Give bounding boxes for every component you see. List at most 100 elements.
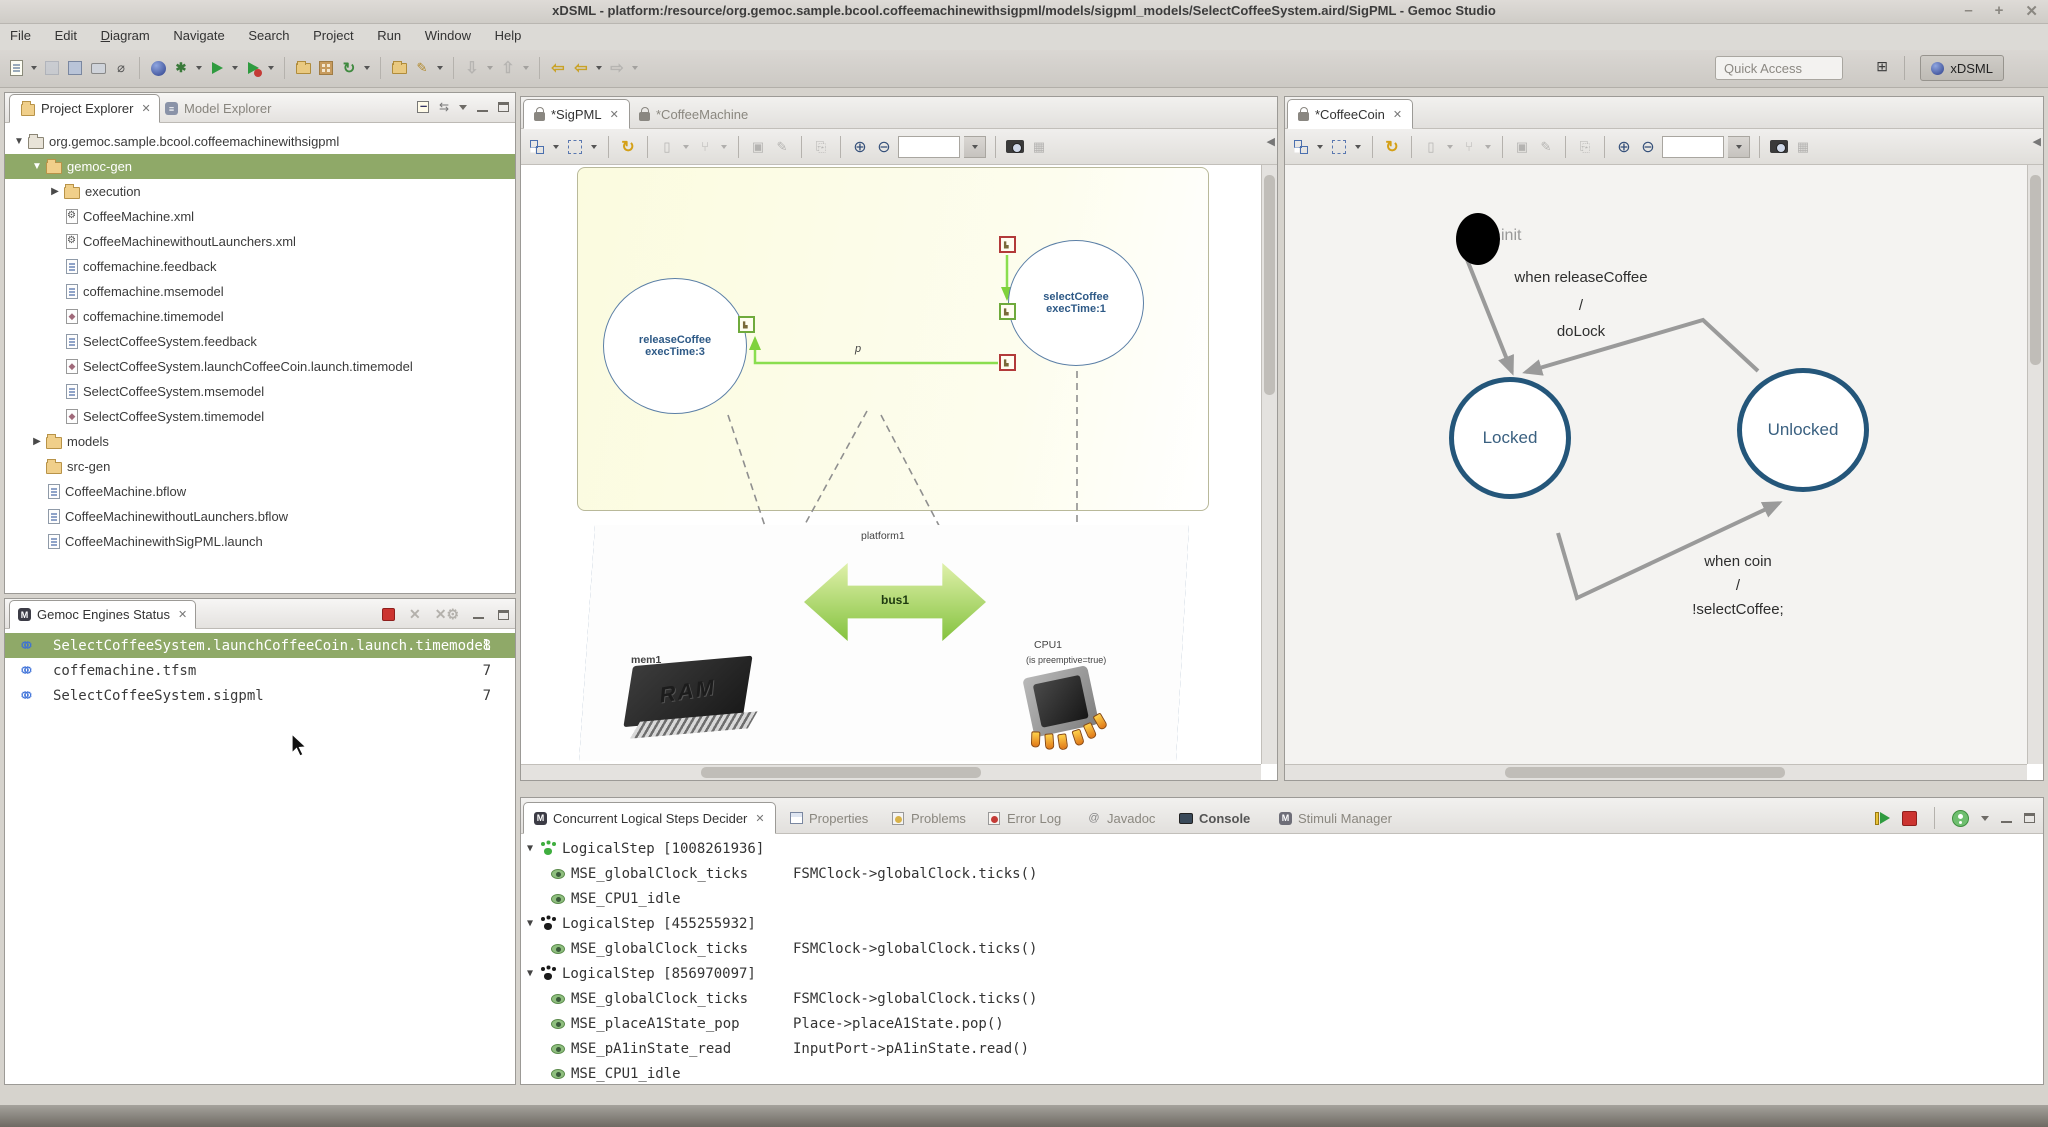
dispose-engine-icon[interactable]: ✕ xyxy=(409,606,421,623)
tab-gemoc-engines-status[interactable]: M Gemoc Engines Status ✕ xyxy=(9,600,196,629)
engine-row[interactable]: ⚙⚙ SelectCoffeeSystem.launchCoffeeCoin.l… xyxy=(5,633,515,658)
edit-style-icon[interactable]: ✎ xyxy=(1536,137,1556,157)
refresh-diagram-icon[interactable]: ↻ xyxy=(1382,137,1402,157)
vertical-scrollbar[interactable] xyxy=(1261,165,1277,764)
open-perspective-icon[interactable]: ⊞ xyxy=(1876,58,1888,75)
tab-model-explorer[interactable]: ≡ Model Explorer xyxy=(157,94,279,123)
previous-annotation-icon[interactable]: ⇧ xyxy=(498,58,518,78)
mse-row[interactable]: MSE_CPU1_idle xyxy=(527,1061,793,1084)
menu-window[interactable]: Window xyxy=(415,24,481,43)
horizontal-scrollbar[interactable] xyxy=(521,764,1261,780)
stop-engine-icon[interactable] xyxy=(382,608,395,621)
maximize-view-icon[interactable] xyxy=(2024,813,2035,823)
initial-state-dot[interactable] xyxy=(1456,213,1500,265)
transition-label[interactable]: when coin xyxy=(1628,553,1848,570)
paste-layout-icon[interactable]: ▯ xyxy=(657,137,677,157)
engine-row[interactable]: ⚙⚙ coffemachine.tfsm 7 xyxy=(5,658,515,683)
memory-chip[interactable]: RAM xyxy=(626,656,761,751)
menu-help[interactable]: Help xyxy=(485,24,532,43)
tab-project-explorer[interactable]: Project Explorer ✕ xyxy=(9,94,160,123)
close-icon[interactable]: ✕ xyxy=(2025,2,2038,20)
run-error-icon[interactable] xyxy=(243,58,263,78)
tree-item[interactable]: CoffeeMachinewithoutLaunchers.bflow xyxy=(5,504,515,529)
save-icon[interactable] xyxy=(42,58,62,78)
tree-item[interactable]: SelectCoffeeSystem.launchCoffeeCoin.laun… xyxy=(5,354,515,379)
pen-icon[interactable]: ✎ xyxy=(412,58,432,78)
mse-row[interactable]: MSE_pA1inState_read InputPort->pA1inStat… xyxy=(527,1036,1029,1061)
search-icon[interactable]: ⌀ xyxy=(111,58,131,78)
refresh-icon[interactable]: ↻ xyxy=(339,58,359,78)
link-editor-icon[interactable]: ⇆ xyxy=(439,100,449,114)
output-port[interactable] xyxy=(999,354,1016,371)
actor-releaseCoffee[interactable]: releaseCoffee execTime:3 xyxy=(603,278,747,414)
menu-diagram[interactable]: Diagram xyxy=(91,24,160,43)
zoom-in-icon[interactable]: ⊕ xyxy=(1614,137,1634,157)
tree-item[interactable]: SelectCoffeeSystem.msemodel xyxy=(5,379,515,404)
debug-icon[interactable]: ✱ xyxy=(171,58,191,78)
tree-item[interactable]: CoffeeMachine.bflow xyxy=(5,479,515,504)
horizontal-scrollbar[interactable] xyxy=(1285,764,2027,780)
sigpml-canvas[interactable]: releaseCoffee execTime:3 selectCoffee ex… xyxy=(521,165,1263,764)
input-port[interactable] xyxy=(738,316,755,333)
state-unlocked[interactable]: Unlocked xyxy=(1737,368,1869,492)
close-icon[interactable]: ✕ xyxy=(1391,108,1402,121)
menu-run[interactable]: Run xyxy=(367,24,411,43)
edit-style-icon[interactable]: ✎ xyxy=(772,137,792,157)
dispose-all-engines-icon[interactable]: ✕⚙ xyxy=(435,606,459,623)
menu-edit[interactable]: Edit xyxy=(45,24,87,43)
state-locked[interactable]: Locked xyxy=(1449,377,1571,499)
tab-error-log[interactable]: Error Log xyxy=(977,802,1071,834)
zoom-dropdown[interactable] xyxy=(964,136,986,158)
logical-step-row[interactable]: ▼ LogicalStep [856970097] xyxy=(527,961,756,986)
camera-icon[interactable] xyxy=(1005,137,1025,157)
new-launch-icon[interactable] xyxy=(293,58,313,78)
collapse-toolbar-icon[interactable]: ◀ xyxy=(1267,135,1275,148)
decider-dropdown-icon[interactable] xyxy=(1981,816,1989,821)
close-icon[interactable]: ✕ xyxy=(176,608,187,621)
collapse-all-icon[interactable] xyxy=(417,101,429,113)
minimize-view-icon[interactable] xyxy=(2001,814,2012,823)
close-icon[interactable]: ✕ xyxy=(753,812,764,825)
decider-shield-icon[interactable] xyxy=(1952,810,1969,827)
mse-row[interactable]: MSE_placeA1State_pop Place->placeA1State… xyxy=(527,1011,1004,1036)
tree-item[interactable]: coffemachine.feedback xyxy=(5,254,515,279)
zoom-dropdown[interactable] xyxy=(1728,136,1750,158)
back-icon[interactable]: ⇦ xyxy=(571,58,591,78)
minimize-icon[interactable]: – xyxy=(1964,2,1972,20)
maximize-view-icon[interactable] xyxy=(498,102,509,112)
zoom-level-input[interactable] xyxy=(898,136,960,158)
tab-concurrent-logical-steps-decider[interactable]: M Concurrent Logical Steps Decider ✕ xyxy=(523,802,776,834)
mse-row[interactable]: MSE_CPU1_idle xyxy=(527,886,793,911)
clipboard-icon[interactable]: ⎘ xyxy=(811,137,831,157)
minimize-view-icon[interactable] xyxy=(473,610,484,619)
step-execution-icon[interactable] xyxy=(1875,812,1890,825)
mse-row[interactable]: MSE_globalClock_ticks FSMClock->globalCl… xyxy=(527,861,1037,886)
mse-row[interactable]: MSE_globalClock_ticks FSMClock->globalCl… xyxy=(527,936,1037,961)
clipboard-icon[interactable]: ⎘ xyxy=(1575,137,1595,157)
new-wizard-icon[interactable] xyxy=(6,58,26,78)
layers-icon[interactable] xyxy=(527,137,547,157)
menu-project[interactable]: Project xyxy=(303,24,363,43)
tab-console[interactable]: Console xyxy=(1169,802,1260,834)
camera-icon[interactable] xyxy=(1769,137,1789,157)
tree-item-project[interactable]: ▼org.gemoc.sample.bcool.coffeemachinewit… xyxy=(5,129,515,154)
tab-javadoc[interactable]: @ Javadoc xyxy=(1077,802,1165,834)
input-port[interactable] xyxy=(999,303,1016,320)
stop-execution-icon[interactable] xyxy=(1902,811,1917,826)
tree-item[interactable]: coffemachine.msemodel xyxy=(5,279,515,304)
zoom-in-icon[interactable]: ⊕ xyxy=(850,137,870,157)
last-edit-icon[interactable]: ⇦ xyxy=(548,58,568,78)
tree-item[interactable]: coffemachine.timemodel xyxy=(5,304,515,329)
layers-icon[interactable] xyxy=(1291,137,1311,157)
zoom-out-icon[interactable]: ⊖ xyxy=(1638,137,1658,157)
perspective-xdsml-button[interactable]: xDSML xyxy=(1920,55,2004,81)
tree-item[interactable]: CoffeeMachinewithoutLaunchers.xml xyxy=(5,229,515,254)
tree-item-models[interactable]: ▶models xyxy=(5,429,515,454)
save-all-icon[interactable] xyxy=(65,58,85,78)
tree-item[interactable]: CoffeeMachine.xml xyxy=(5,204,515,229)
logical-step-row[interactable]: ▼ LogicalStep [1008261936] xyxy=(527,836,764,861)
run-icon[interactable] xyxy=(207,58,227,78)
tree-item[interactable]: SelectCoffeeSystem.timemodel xyxy=(5,404,515,429)
minimize-view-icon[interactable] xyxy=(477,103,488,112)
menu-search[interactable]: Search xyxy=(238,24,299,43)
